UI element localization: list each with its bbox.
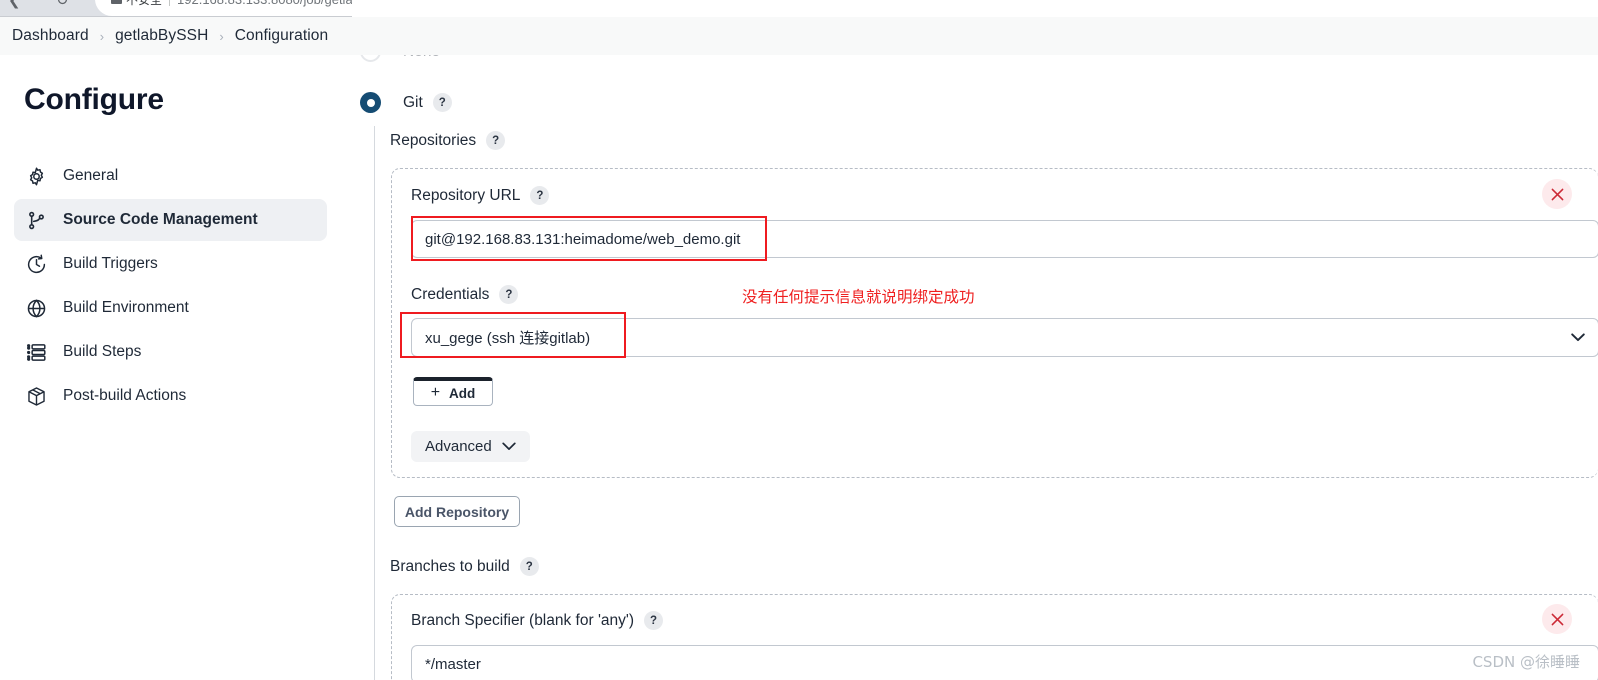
close-x-icon [1551,188,1563,200]
breadcrumb: Dashboard › getlabBySSH › Configuration [0,17,1598,55]
help-icon-repository-url[interactable]: ? [530,186,550,205]
help-icon-git[interactable]: ? [432,93,452,112]
globe-icon [25,297,48,320]
repositories-label: Repositories ? [390,131,506,150]
back-arrow-icon[interactable]: ❮ [8,0,21,9]
sidebar-item-general[interactable]: General [14,155,327,197]
branch-specifier-label: Branch Specifier (blank for 'any') ? [411,611,664,630]
branch-specifier-input[interactable] [411,645,1598,680]
site-security-chip[interactable]: 不安全 [111,0,162,8]
advanced-button[interactable]: Advanced [411,431,530,462]
branch-specifier-label-text: Branch Specifier (blank for 'any') [411,611,635,629]
page-title: Configure [24,83,164,116]
repository-url-label: Repository URL ? [411,186,550,205]
plus-icon: + [430,384,441,401]
sidebar-item-label: Build Steps [63,343,142,360]
branch-card: Branch Specifier (blank for 'any') ? [391,594,1598,680]
add-credentials-label: Add [449,385,476,401]
clock-icon [25,253,48,276]
breadcrumb-item-configuration[interactable]: Configuration [235,27,329,45]
security-label: 不安全 [126,0,162,8]
not-secure-icon [111,0,122,4]
repository-url-input[interactable] [411,220,1598,258]
radio-git-icon[interactable] [360,92,381,113]
delete-repository-button[interactable] [1542,179,1572,209]
add-repository-label: Add Repository [404,503,510,520]
branches-to-build-label: Branches to build ? [390,557,539,576]
sidebar-item-build-steps[interactable]: Build Steps [14,331,327,373]
branches-to-build-label-text: Branches to build [390,557,510,575]
list-tasks-icon [25,341,48,364]
breadcrumb-item-getlabbyssh[interactable]: getlabBySSH [115,27,208,45]
help-icon-repositories[interactable]: ? [486,131,506,150]
credentials-label: Credentials ? [411,285,519,304]
chevron-down-icon [502,442,516,450]
breadcrumb-separator-2: › [219,28,224,44]
add-credentials-button[interactable]: + Add [413,377,493,406]
credentials-selected-value: xu_gege (ssh 连接gitlab) [425,330,591,347]
help-icon-credentials[interactable]: ? [499,285,519,304]
sidebar-item-label: Source Code Management [63,211,258,228]
main-content: None Git ? Repositories ? Repository URL… [352,0,1598,680]
sidebar-item-label: General [63,167,119,184]
help-icon-branch-specifier[interactable]: ? [644,611,664,630]
sidebar: Configure General Source Code Management… [0,55,352,680]
git-branch-icon [25,209,48,232]
help-icon-branches[interactable]: ? [519,557,539,576]
sidebar-item-label: Build Triggers [63,255,158,272]
sidebar-item-source-code-management[interactable]: Source Code Management [14,199,327,241]
credentials-label-text: Credentials [411,285,490,303]
close-x-icon [1551,613,1563,625]
watermark: CSDN @徐睡睡 [1472,653,1580,671]
annotation-note-text: 没有任何提示信息就说明绑定成功 [742,288,975,306]
sidebar-item-label: Build Environment [63,299,189,316]
reload-icon[interactable]: ↻ [56,0,69,9]
advanced-label: Advanced [425,438,492,455]
scm-option-label: Git [403,93,423,111]
sidebar-item-build-triggers[interactable]: Build Triggers [14,243,327,285]
chevron-down-icon[interactable] [1571,333,1585,342]
repository-card: Repository URL ? Credentials ? xu_gege (… [391,168,1598,478]
breadcrumb-item-dashboard[interactable]: Dashboard [12,27,89,45]
sidebar-item-build-environment[interactable]: Build Environment [14,287,327,329]
package-box-icon [25,385,48,408]
add-repository-button[interactable]: Add Repository [394,496,520,527]
scm-option-git[interactable]: Git ? [360,92,452,113]
credentials-select[interactable]: xu_gege (ssh 连接gitlab) [411,318,1598,357]
repository-url-label-text: Repository URL [411,186,521,204]
gear-icon [25,165,48,188]
repositories-label-text: Repositories [390,131,477,149]
delete-branch-button[interactable] [1542,604,1572,634]
omnibox-divider [169,0,171,6]
sidebar-item-label: Post-build Actions [63,387,187,404]
section-indent-rule [374,126,375,680]
sidebar-nav: General Source Code Management Build Tri… [14,155,327,419]
breadcrumb-separator-1: › [99,28,105,44]
sidebar-item-post-build-actions[interactable]: Post-build Actions [14,375,327,417]
